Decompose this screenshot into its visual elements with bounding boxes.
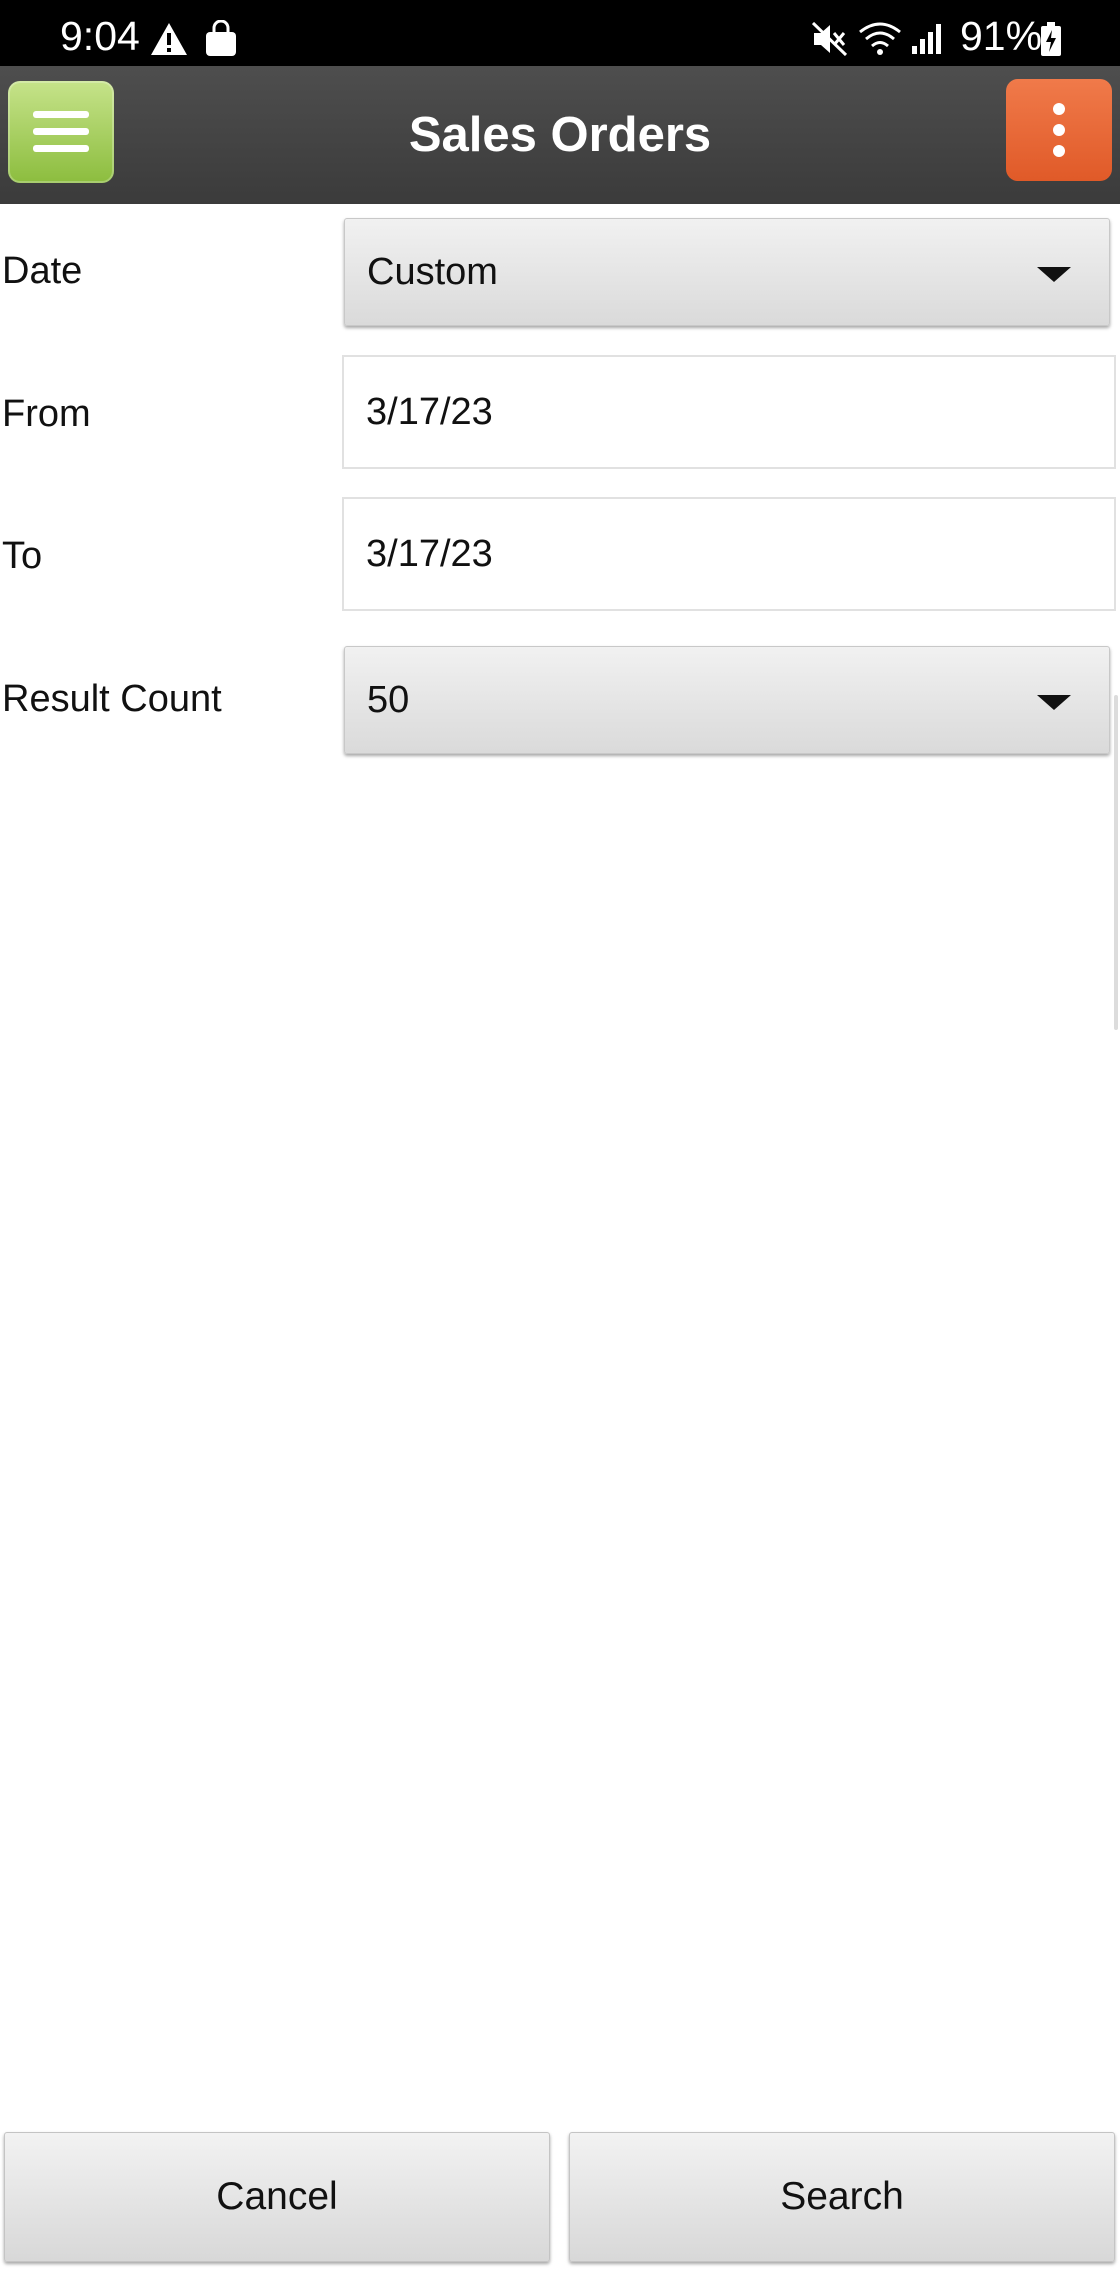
result-count-label: Result Count bbox=[2, 678, 222, 720]
search-button[interactable]: Search bbox=[569, 2132, 1115, 2262]
wifi-icon bbox=[858, 22, 902, 61]
battery-percentage: 91% bbox=[960, 13, 1043, 59]
result-count-select[interactable]: 50 bbox=[344, 646, 1110, 754]
warning-icon bbox=[150, 22, 188, 61]
hamburger-menu-button[interactable] bbox=[8, 81, 114, 183]
date-label: Date bbox=[2, 250, 83, 292]
scrollbar[interactable] bbox=[1114, 695, 1118, 1030]
result-count-select-value: 50 bbox=[367, 679, 410, 721]
mute-icon bbox=[811, 21, 848, 61]
shopping-bag-icon bbox=[204, 19, 238, 63]
dropdown-arrow-icon bbox=[1037, 695, 1071, 710]
from-date-input[interactable] bbox=[342, 355, 1116, 469]
cancel-button[interactable]: Cancel bbox=[4, 2132, 550, 2262]
more-options-button[interactable] bbox=[1006, 79, 1112, 181]
status-time: 9:04 bbox=[60, 13, 140, 59]
battery-icon bbox=[1040, 22, 1062, 61]
date-select[interactable]: Custom bbox=[344, 218, 1110, 326]
date-select-value: Custom bbox=[367, 251, 498, 293]
status-bar: 9:04 91% bbox=[0, 0, 1120, 66]
to-date-input[interactable] bbox=[342, 497, 1116, 611]
to-label: To bbox=[2, 535, 43, 577]
title-bar: Sales Orders bbox=[0, 66, 1120, 204]
signal-icon bbox=[910, 22, 944, 59]
from-label: From bbox=[2, 393, 91, 435]
page-title: Sales Orders bbox=[408, 108, 712, 162]
dropdown-arrow-icon bbox=[1037, 267, 1071, 282]
